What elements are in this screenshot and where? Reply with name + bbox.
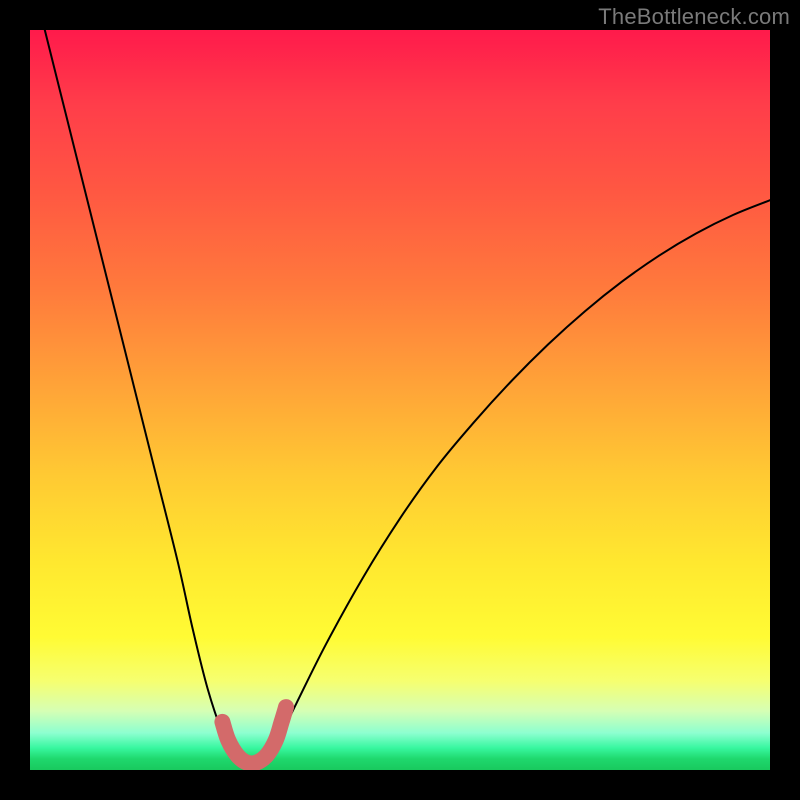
bottleneck-curve (45, 30, 770, 764)
marker-u (222, 707, 286, 763)
plot-area (30, 30, 770, 770)
watermark-text: TheBottleneck.com (598, 4, 790, 30)
curve-layer (30, 30, 770, 770)
chart-frame: TheBottleneck.com (0, 0, 800, 800)
